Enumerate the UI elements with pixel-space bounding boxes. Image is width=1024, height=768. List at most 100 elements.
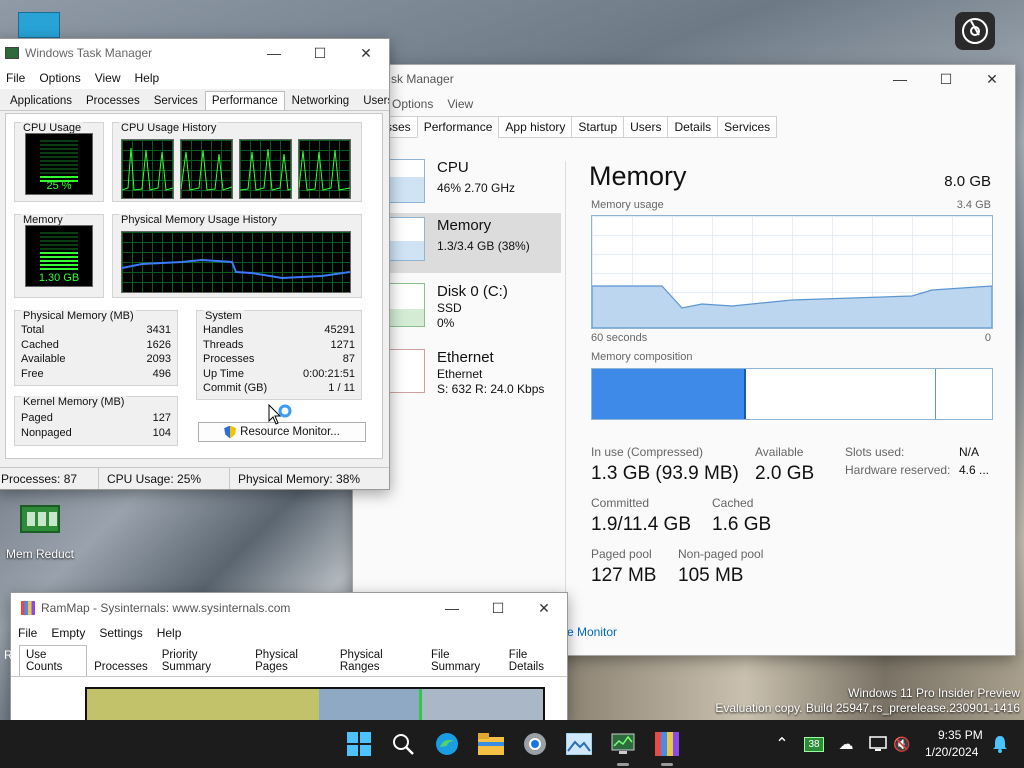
sidebar-item-disk[interactable]: Disk 0 (C:) SSD 0% [389, 279, 561, 349]
tab-networking[interactable]: Networking [285, 91, 357, 110]
menu-empty[interactable]: Empty [44, 626, 92, 640]
status-cpu: CPU Usage: 25% [99, 468, 230, 489]
volume-muted-icon[interactable]: 🔇 [888, 730, 916, 758]
clock-time[interactable]: 9:35 PM [938, 728, 983, 742]
cpu-thumb-graph [389, 159, 425, 203]
sidebar-ethernet-type: Ethernet [437, 367, 483, 381]
minimize-button[interactable]: — [877, 65, 923, 93]
open-resource-monitor-link[interactable]: e Monitor [567, 625, 617, 639]
menu-file[interactable]: File [0, 71, 32, 85]
tab-app-history[interactable]: App history [498, 116, 573, 138]
tab-priority-summary[interactable]: Priority Summary [155, 645, 248, 676]
tab-file-summary[interactable]: File Summary [424, 645, 502, 676]
chrome-icon[interactable] [521, 730, 549, 758]
sidebar-item-cpu[interactable]: CPU 46% 2.70 GHz [389, 155, 561, 215]
file-explorer-icon[interactable] [477, 730, 505, 758]
notification-bell-icon[interactable] [986, 730, 1014, 758]
minimize-button[interactable]: — [429, 594, 475, 622]
menu-options[interactable]: Options [385, 97, 440, 111]
menu-help[interactable]: Help [128, 71, 167, 85]
performance-panel: CPU Usage 25 % CPU Usage History Memory … [5, 113, 383, 459]
task-manager-app-icon [5, 47, 19, 59]
tab-applications[interactable]: Applications [3, 91, 79, 110]
rammap-app-icon [21, 601, 35, 615]
photos-icon[interactable] [565, 730, 593, 758]
menu-file[interactable]: File [11, 626, 44, 640]
table-row: Cached 1626 [21, 338, 171, 351]
ethernet-thumb-graph [389, 349, 425, 393]
close-button[interactable]: ✕ [343, 39, 389, 67]
edge-icon[interactable] [433, 730, 461, 758]
in-use-label: In use (Compressed) [591, 445, 704, 459]
rammap-menubar: File Empty Settings Help [11, 623, 567, 643]
tab-processes[interactable]: Processes [87, 657, 155, 676]
task-manager-taskbar-icon[interactable] [609, 730, 637, 758]
status-processes: Processes: 87 [0, 468, 99, 489]
physical-memory-title: Physical Memory (MB) [21, 310, 136, 322]
tab-details[interactable]: Details [667, 116, 719, 138]
rammap-taskbar-icon[interactable] [653, 730, 681, 758]
rammap-tabs: Use Counts Processes Priority Summary Ph… [11, 645, 567, 677]
committed-value: 1.9/11.4 GB [591, 514, 691, 535]
rammap-titlebar: RamMap - Sysinternals: www.sysinternals.… [11, 593, 567, 623]
cpu-history-graph-4 [298, 139, 351, 199]
legacy-tabs: Applications Processes Services Performa… [0, 89, 389, 111]
tab-physical-ranges[interactable]: Physical Ranges [333, 645, 424, 676]
user-avatar-icon[interactable] [955, 12, 995, 50]
window-title: sk Manager [391, 72, 454, 86]
close-button[interactable]: ✕ [521, 594, 567, 622]
slots-used-label: Slots used: [845, 445, 905, 459]
tray-app-icon[interactable]: 38 [800, 730, 828, 758]
sidebar-cpu-name: CPU [437, 159, 469, 176]
sidebar-cpu-sub: 46% 2.70 GHz [437, 181, 516, 195]
memory-group: Memory 1.30 GB [14, 214, 104, 298]
table-row: Up Time 0:00:21:51 [203, 367, 355, 380]
memory-composition-label: Memory composition [591, 351, 693, 363]
sidebar-disk-name: Disk 0 (C:) [437, 283, 508, 300]
sidebar-divider [565, 161, 566, 651]
menu-options[interactable]: Options [32, 71, 87, 85]
start-button[interactable] [345, 730, 373, 758]
close-button[interactable]: ✕ [969, 65, 1015, 93]
maximize-button[interactable]: ☐ [923, 65, 969, 93]
desktop-icon-top[interactable] [18, 12, 60, 38]
tab-physical-pages[interactable]: Physical Pages [248, 645, 333, 676]
memory-usage-graph [591, 215, 993, 329]
menu-view[interactable]: View [88, 71, 128, 85]
memory-usage-label: Memory usage [591, 199, 664, 211]
tab-processes[interactable]: Processes [79, 91, 147, 110]
memory-composition-bar [591, 368, 993, 420]
tab-users[interactable]: Users [623, 116, 669, 138]
tab-startup[interactable]: Startup [571, 116, 625, 138]
tab-services[interactable]: Services [717, 116, 778, 138]
clock-date[interactable]: 1/20/2024 [925, 745, 978, 759]
menu-help[interactable]: Help [150, 626, 189, 640]
sidebar-item-ethernet[interactable]: Ethernet Ethernet S: 632 R: 24.0 Kbps [389, 345, 561, 415]
shield-icon [224, 425, 237, 439]
tab-users[interactable]: Users [356, 91, 389, 110]
legacy-statusbar: Processes: 87 CPU Usage: 25% Physical Me… [0, 467, 389, 489]
tab-file-details[interactable]: File Details [502, 645, 567, 676]
cached-value: 1.6 GB [712, 514, 772, 535]
maximize-button[interactable]: ☐ [297, 39, 343, 67]
sidebar-memory-name: Memory [437, 217, 492, 234]
minimize-button[interactable]: — [251, 39, 297, 67]
menu-view[interactable]: View [440, 97, 480, 111]
cloud-off-icon[interactable]: ☁ [832, 730, 860, 758]
mem-reduct-desktop-icon[interactable]: Mem Reduct [2, 505, 78, 561]
menu-settings[interactable]: Settings [92, 626, 149, 640]
kernel-memory-title: Kernel Memory (MB) [21, 396, 127, 408]
maximize-button[interactable]: ☐ [475, 594, 521, 622]
committed-label: Committed [591, 496, 650, 510]
legacy-titlebar: Windows Task Manager — ☐ ✕ [0, 39, 389, 67]
tab-use-counts[interactable]: Use Counts [19, 645, 88, 676]
tab-services[interactable]: Services [147, 91, 205, 110]
search-icon[interactable] [389, 730, 417, 758]
sidebar-item-memory[interactable]: Memory 1.3/3.4 GB (38%) [389, 213, 561, 273]
nonpaged-pool-value: 105 MB [678, 565, 744, 586]
system-table: Handles 45291 Threads 1271 Processes 87 Up … [199, 323, 359, 396]
tab-performance[interactable]: Performance [204, 91, 285, 110]
chevron-up-icon[interactable]: ⌃ [768, 730, 796, 758]
window-title: Windows Task Manager [25, 46, 153, 60]
tab-performance[interactable]: Performance [416, 116, 500, 138]
